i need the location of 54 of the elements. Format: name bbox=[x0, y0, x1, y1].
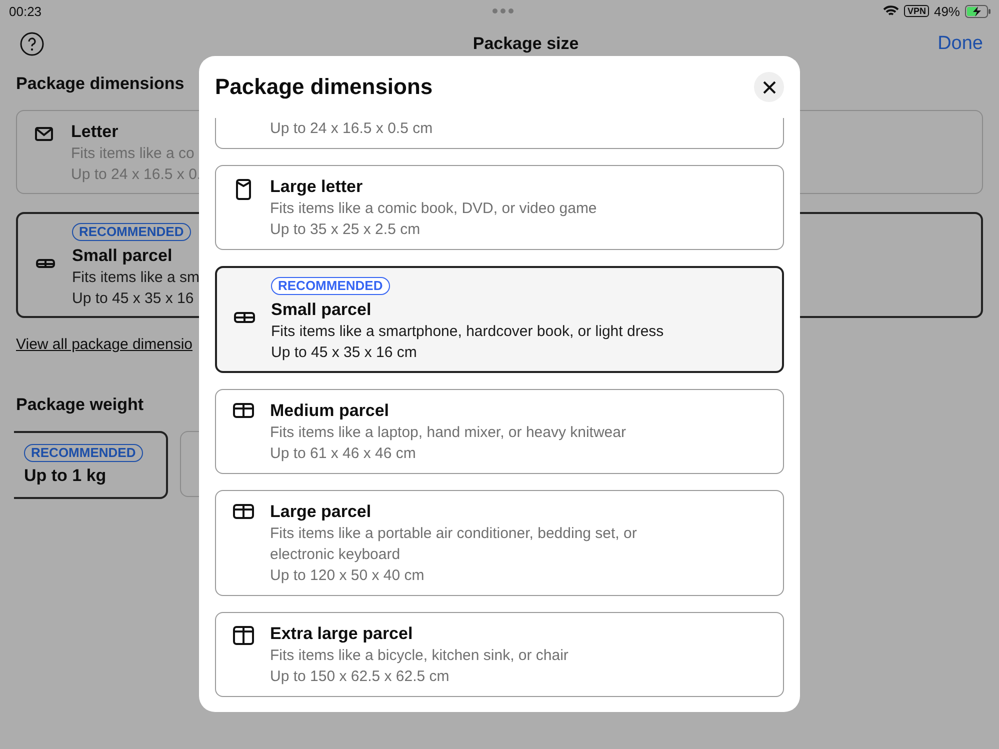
option-dimensions: Up to 24 x 16.5 x 0. bbox=[71, 165, 202, 185]
package-option-card[interactable]: Up to 24 x 16.5 x 0.5 cm bbox=[215, 118, 784, 149]
box-icon bbox=[232, 504, 254, 519]
envelope-icon bbox=[35, 127, 53, 141]
option-title: Small parcel bbox=[72, 245, 172, 267]
package-option-card[interactable]: Large parcel Fits items like a portable air conditioner, bedding set, or electronic keyboard Up to 120 x 50 x 40 cm bbox=[215, 490, 784, 596]
help-icon[interactable] bbox=[20, 32, 44, 56]
option-description: Fits items like a portable air conditioner, bedding set, or electronic keyboard bbox=[270, 524, 638, 565]
dialog-title: Package dimensions bbox=[215, 74, 433, 100]
option-dimensions: Up to 120 x 50 x 40 cm bbox=[270, 566, 424, 586]
close-icon bbox=[762, 80, 776, 94]
recommended-badge: RECOMMENDED bbox=[72, 223, 191, 241]
option-title: Medium parcel bbox=[270, 400, 390, 422]
status-time: 00:23 bbox=[9, 4, 42, 18]
box-icon bbox=[232, 403, 254, 418]
option-description: Fits items like a bicycle, kitchen sink, or chair bbox=[270, 646, 568, 666]
section-heading: Package weight bbox=[16, 395, 144, 415]
weight-option-card[interactable]: RECOMMENDED Up to 1 kg bbox=[14, 431, 168, 499]
recommended-badge: RECOMMENDED bbox=[24, 444, 143, 462]
box-icon bbox=[232, 626, 254, 645]
option-title: Small parcel bbox=[271, 299, 372, 321]
option-title: Large parcel bbox=[270, 501, 372, 523]
page-title: Package size bbox=[472, 34, 579, 54]
wifi-icon bbox=[883, 5, 900, 17]
package-option-card[interactable]: Large letter Fits items like a comic book, DVD, or video game Up to 35 x 25 x 2.5 cm bbox=[215, 165, 784, 250]
option-dimensions: Up to 24 x 16.5 x 0.5 cm bbox=[270, 119, 433, 139]
battery-percent: 49% bbox=[934, 4, 960, 18]
option-dimensions: Up to 45 x 35 x 16 cm bbox=[271, 343, 417, 363]
package-option-card[interactable]: RECOMMENDED Small parcel Fits items like a smartphone, hardcover book, or light dress Up to 45 x 35 x 16 cm bbox=[215, 266, 784, 373]
option-description: Fits items like a sm bbox=[72, 268, 200, 288]
option-description: Fits items like a comic book, DVD, or video game bbox=[270, 199, 597, 219]
view-all-link[interactable]: View all package dimensio bbox=[16, 336, 192, 353]
box-icon bbox=[36, 259, 54, 268]
option-title: Extra large parcel bbox=[270, 623, 413, 645]
option-dimensions: Up to 45 x 35 x 16 bbox=[72, 289, 194, 309]
option-dimensions: Up to 150 x 62.5 x 62.5 cm bbox=[270, 667, 450, 687]
section-heading: Package dimensions bbox=[16, 74, 184, 94]
option-description: Fits items like a co bbox=[71, 144, 194, 164]
box-icon bbox=[234, 312, 254, 323]
vpn-badge: VPN bbox=[904, 5, 929, 17]
battery-charging-icon bbox=[965, 4, 991, 18]
option-title: Letter bbox=[71, 121, 118, 143]
envelope-icon bbox=[236, 179, 250, 200]
package-option-card[interactable]: Extra large parcel Fits items like a bicycle, kitchen sink, or chair Up to 150 x 62.5 x 62.5 cm bbox=[215, 612, 784, 697]
option-description: Fits items like a laptop, hand mixer, or heavy knitwear bbox=[270, 423, 626, 443]
option-description: Fits items like a smartphone, hardcover book, or light dress bbox=[271, 322, 664, 342]
recommended-badge: RECOMMENDED bbox=[271, 277, 390, 295]
option-title: Large letter bbox=[270, 176, 363, 198]
weight-label: Up to 1 kg bbox=[24, 466, 106, 486]
more-dots-icon bbox=[492, 8, 514, 14]
option-dimensions: Up to 35 x 25 x 2.5 cm bbox=[270, 220, 420, 240]
close-button[interactable] bbox=[754, 72, 784, 102]
option-dimensions: Up to 61 x 46 x 46 cm bbox=[270, 444, 416, 464]
package-option-card[interactable]: Medium parcel Fits items like a laptop, hand mixer, or heavy knitwear Up to 61 x 46 x 46 cm bbox=[215, 389, 784, 474]
